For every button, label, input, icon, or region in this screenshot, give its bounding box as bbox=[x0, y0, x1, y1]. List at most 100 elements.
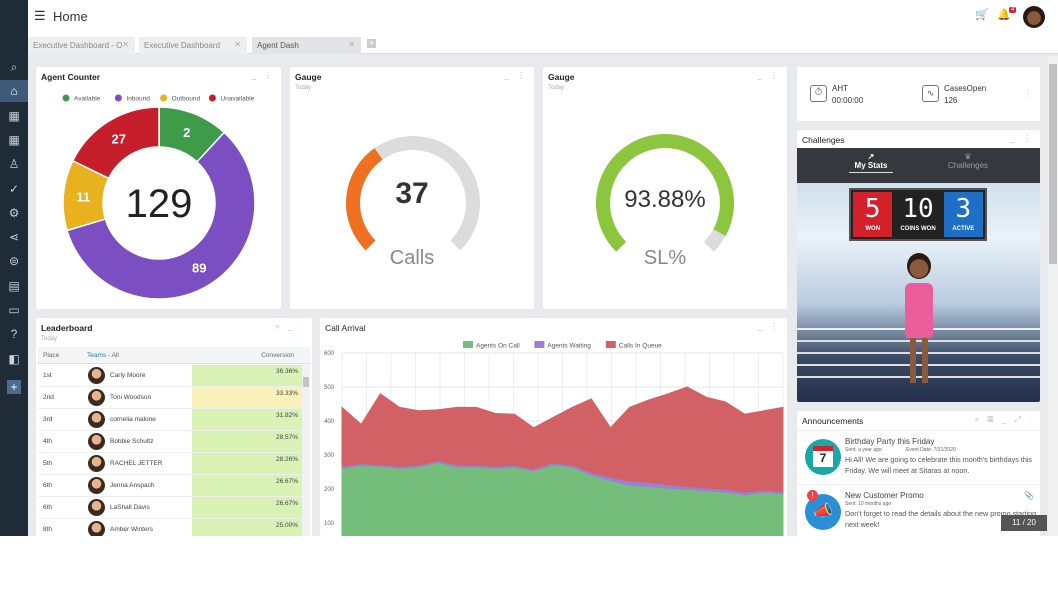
legend-label[interactable]: Calls In Queue bbox=[619, 343, 662, 350]
help-icon[interactable]: ? bbox=[0, 323, 28, 345]
avatar bbox=[88, 499, 105, 516]
sidebar: ⌕ ⌂ ▦ ▦ ♙ ✓ ⚙ ⋖ ⊜ ▤ ▭? ◧ + bbox=[0, 0, 28, 536]
tab-agent-dash[interactable]: Agent Dash ✕ bbox=[252, 37, 361, 54]
tab-my-stats[interactable]: ↗ My Stats bbox=[849, 152, 893, 173]
notification-badge: 4 bbox=[1009, 7, 1017, 13]
gauge-label: Calls bbox=[389, 247, 435, 269]
place: 6th bbox=[43, 504, 53, 511]
check-icon[interactable]: ✓ bbox=[0, 178, 28, 200]
table-scrollbar[interactable] bbox=[302, 365, 310, 536]
kpi-value: 126 bbox=[944, 96, 958, 105]
col-conversion[interactable]: Conversion bbox=[261, 352, 294, 359]
challenges-tabbar: ↗ My Stats ♛ Challenges bbox=[797, 148, 1040, 183]
announcement-item[interactable]: 7 Birthday Party this Friday Sent: a yea… bbox=[797, 430, 1040, 485]
close-icon[interactable]: ✕ bbox=[234, 40, 241, 49]
card-menu-icon[interactable]: ⌕ _ ⋮ bbox=[276, 322, 306, 332]
slice-label: 89 bbox=[192, 260, 206, 275]
table-row[interactable]: 1st Carly Moore 36.36% bbox=[38, 365, 302, 387]
clipboard-icon[interactable]: ▤ bbox=[0, 275, 28, 297]
legend-swatch bbox=[463, 341, 473, 348]
col-place[interactable]: Place bbox=[43, 352, 59, 359]
conversion: 25.00% bbox=[192, 519, 302, 536]
score-label: COINS WON bbox=[900, 226, 936, 232]
teams-filter-value: - All bbox=[106, 352, 119, 359]
announcement-sent: Sent: a year ago bbox=[845, 447, 882, 453]
col-teams[interactable]: Teams - All bbox=[87, 352, 119, 359]
conversion: 28.26% bbox=[192, 453, 302, 474]
add-icon[interactable]: + bbox=[7, 380, 21, 394]
attachment-icon[interactable]: 📎 bbox=[1024, 491, 1034, 500]
kpi-value: 00:00:00 bbox=[832, 96, 864, 105]
page-title: Home bbox=[53, 9, 88, 24]
home-icon[interactable]: ⌂ bbox=[0, 80, 28, 103]
user-icon[interactable]: ♙ bbox=[0, 153, 28, 175]
menu-icon[interactable]: ☰ bbox=[34, 8, 46, 24]
tab-executive-dashboard[interactable]: Executive Dashboard ✕ bbox=[139, 37, 247, 54]
y-tick-label: 300 bbox=[324, 453, 335, 459]
scoreboard: 5 WON 10 COINS WON 3 ACTIVE bbox=[849, 188, 987, 241]
score-won: 5 WON bbox=[853, 192, 893, 237]
agent-name: Amber Winters bbox=[110, 526, 153, 533]
table-row[interactable]: 8th Amber Winters 25.00% bbox=[38, 519, 302, 536]
gamepad-icon[interactable]: ⊜ bbox=[0, 250, 28, 272]
announcement-title: New Customer Promo bbox=[845, 491, 924, 500]
y-tick-label: 200 bbox=[324, 487, 335, 493]
legend-label[interactable]: Agents Waiting bbox=[547, 343, 591, 350]
announcement-title: Birthday Party this Friday bbox=[845, 437, 935, 446]
agent-name: RACHEL JETTER bbox=[110, 460, 163, 467]
card-menu-icon[interactable]: _ ⋮ bbox=[1010, 134, 1034, 143]
slice-label: 11 bbox=[76, 190, 90, 205]
gauge-label: SL% bbox=[643, 247, 687, 269]
share-icon[interactable]: ⋖ bbox=[0, 226, 28, 248]
card-menu-icon[interactable]: ⌕ ▦ _ ⤢ ⋮ bbox=[975, 415, 1034, 425]
card-menu-icon[interactable]: ⋮ bbox=[1024, 89, 1032, 98]
close-icon[interactable]: ✕ bbox=[348, 40, 355, 49]
widgets-icon[interactable]: ▦ bbox=[0, 129, 28, 151]
search-icon[interactable]: ⌕ bbox=[0, 56, 28, 78]
agent-counter-chart: 2 89 11 27 129 Available Inbound Outbound Unavai… bbox=[62, 94, 256, 300]
score-coins: 10 COINS WON bbox=[892, 192, 944, 237]
close-icon[interactable]: ✕ bbox=[122, 40, 129, 49]
place: 3rd bbox=[43, 416, 53, 423]
add-tab-icon[interactable]: + bbox=[367, 39, 376, 48]
teams-filter-link[interactable]: Teams bbox=[87, 352, 106, 359]
alert-icon: ! bbox=[807, 490, 818, 501]
place: 5th bbox=[43, 460, 53, 467]
tab-challenges[interactable]: ♛ Challenges bbox=[943, 152, 993, 170]
place: 8th bbox=[43, 526, 53, 533]
legend-label[interactable]: Unavailable bbox=[220, 96, 254, 103]
legend-marker bbox=[62, 94, 70, 102]
table-row[interactable]: 4th Bobbie Schultz 28.57% bbox=[38, 431, 302, 453]
y-tick-label: 500 bbox=[324, 385, 335, 391]
trend-icon: ∿ bbox=[922, 85, 939, 102]
avatar bbox=[88, 433, 105, 450]
monitor-icon[interactable]: ▭ bbox=[0, 299, 28, 321]
table-row[interactable]: 6th LaShall Davis 26.67% bbox=[38, 497, 302, 519]
settings-person-icon[interactable]: ⚙ bbox=[0, 202, 28, 224]
score-active: 3 ACTIVE bbox=[943, 192, 983, 237]
legend-label[interactable]: Agents On Call bbox=[476, 343, 520, 350]
page-scrollbar[interactable] bbox=[1048, 56, 1058, 536]
table-row[interactable]: 6th Jenna Anspach 26.67% bbox=[38, 475, 302, 497]
agent-name: Bobbie Schultz bbox=[110, 438, 154, 445]
pager: 11 / 20 bbox=[1001, 515, 1047, 531]
cart-icon[interactable]: 🛒 bbox=[975, 8, 989, 21]
tab-executive-dashboard-o[interactable]: Executive Dashboard - O ✕ bbox=[28, 37, 135, 54]
table-row[interactable]: 2nd Toni Woodson 33.33% bbox=[38, 387, 302, 409]
legend-label[interactable]: Outbound bbox=[172, 96, 201, 103]
avatar[interactable] bbox=[1023, 6, 1045, 28]
announcement-body: Hi All! We are going to celebrate this m… bbox=[845, 455, 1033, 475]
tab-label: My Stats bbox=[854, 161, 888, 170]
avatar bbox=[88, 367, 105, 384]
dashboard-icon[interactable]: ▦ bbox=[0, 105, 28, 127]
layout-icon[interactable]: ◧ bbox=[0, 348, 28, 370]
legend-label[interactable]: Available bbox=[74, 96, 101, 103]
stopwatch-icon: ⏱ bbox=[810, 85, 827, 102]
table-row[interactable]: 5th RACHEL JETTER 28.26% bbox=[38, 453, 302, 475]
gauge-value: 37 bbox=[395, 177, 429, 210]
avatar bbox=[88, 411, 105, 428]
table-header: Place Teams - All Conversion bbox=[38, 347, 310, 364]
table-row[interactable]: 3rd cornelia malone 31.82% bbox=[38, 409, 302, 431]
legend-label[interactable]: Inbound bbox=[126, 96, 150, 103]
agent-name: Jenna Anspach bbox=[110, 482, 155, 489]
